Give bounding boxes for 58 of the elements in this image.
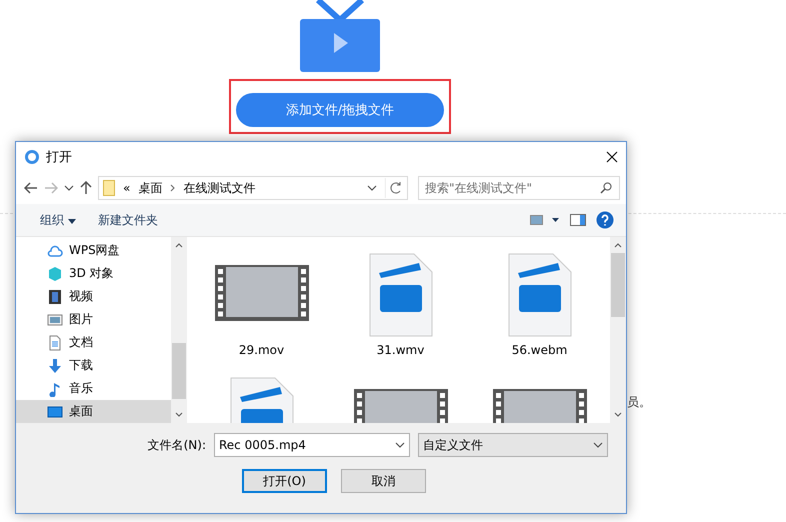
chevron-down-icon: [593, 442, 603, 448]
chevron-down-icon: [367, 185, 377, 191]
folder-icon: [103, 180, 115, 196]
back-arrow-icon[interactable]: [24, 182, 38, 194]
sidebar-item[interactable]: 图片: [16, 308, 171, 331]
sidebar-scrollbar[interactable]: [171, 237, 187, 423]
film-icon: [47, 288, 63, 304]
sidebar-item[interactable]: 音乐: [16, 377, 171, 400]
sidebar-item[interactable]: WPS网盘: [16, 239, 171, 262]
sidebar-item[interactable]: 桌面: [16, 400, 171, 423]
breadcrumb-item[interactable]: 桌面: [138, 180, 162, 196]
close-icon[interactable]: [606, 151, 618, 163]
preview-pane-icon[interactable]: [570, 214, 586, 226]
filename-field[interactable]: Rec 0005.mp4: [214, 433, 410, 457]
tv-icon: [300, 0, 380, 72]
file-name[interactable]: 29.mov: [238, 343, 284, 357]
video-file-icon[interactable]: [508, 253, 572, 337]
chevron-down-icon: [64, 185, 74, 191]
window-title: 打开: [46, 149, 73, 166]
file-name[interactable]: 31.wmv: [376, 343, 424, 357]
caret-icon: [68, 218, 76, 224]
scroll-up-icon[interactable]: [614, 243, 622, 248]
picture-icon: [47, 312, 63, 328]
sidebar-item[interactable]: 文档: [16, 331, 171, 354]
scroll-down-icon[interactable]: [175, 412, 183, 417]
filename-label: 文件名(N):: [148, 436, 206, 454]
organize-menu[interactable]: 组织: [34, 212, 82, 228]
add-file-button[interactable]: 添加文件/拖拽文件: [236, 93, 444, 127]
body-text: 员。: [627, 394, 651, 411]
chevron-down-icon: [395, 442, 405, 448]
help-icon[interactable]: [596, 211, 614, 229]
document-icon: [47, 334, 63, 350]
new-folder-button[interactable]: 新建文件夹: [92, 212, 164, 228]
cloud-icon: [47, 242, 63, 258]
file-type-dropdown[interactable]: 自定义文件: [418, 433, 608, 457]
view-icon[interactable]: [530, 215, 560, 225]
sidebar-item[interactable]: 下载: [16, 354, 171, 377]
scroll-down-icon[interactable]: [614, 412, 622, 417]
search-field[interactable]: 搜索"在线测试文件": [418, 176, 620, 200]
cancel-button[interactable]: 取消: [341, 469, 426, 493]
address-bar[interactable]: « 桌面 在线测试文件: [98, 176, 408, 200]
file-name[interactable]: 56.webm: [512, 343, 568, 357]
sidebar-item[interactable]: 3D 对象: [16, 262, 171, 285]
breadcrumb-item[interactable]: 在线测试文件: [183, 180, 256, 196]
cube-icon: [47, 266, 63, 282]
app-logo-icon: [24, 149, 40, 165]
sidebar-item[interactable]: 视频: [16, 285, 171, 308]
open-button[interactable]: 打开(O): [242, 469, 327, 493]
down-arrow-icon: [47, 358, 63, 374]
up-arrow-icon[interactable]: [80, 181, 92, 195]
chevron-right-icon: [170, 184, 176, 192]
search-icon: [600, 182, 612, 194]
breadcrumb-separator: «: [123, 181, 130, 195]
desktop-icon: [47, 404, 63, 420]
scroll-up-icon[interactable]: [175, 243, 183, 248]
video-thumbnail[interactable]: [214, 265, 308, 321]
video-file-icon[interactable]: [368, 253, 432, 337]
file-list-scrollbar[interactable]: [610, 237, 626, 423]
